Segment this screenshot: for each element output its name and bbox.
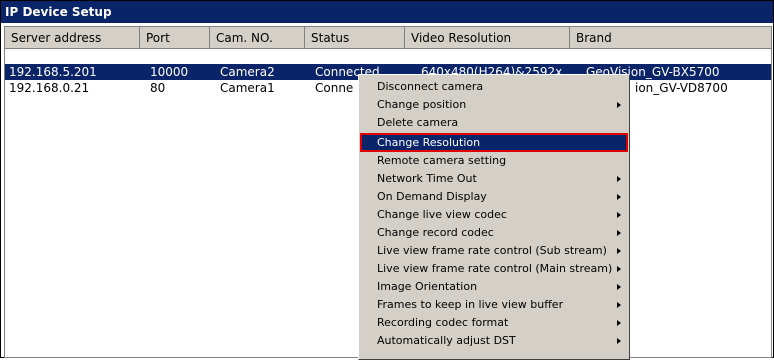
menu-item-remote-camera-setting[interactable]: Remote camera setting [361,152,627,169]
menu-item-label: Remote camera setting [377,154,507,167]
menu-item-disconnect-camera[interactable]: Disconnect camera [361,78,627,95]
submenu-arrow-icon [617,302,621,308]
menu-item-on-demand-display[interactable]: On Demand Display [361,188,627,205]
menu-item-live-view-frame-rate-sub[interactable]: Live view frame rate control (Sub stream… [361,242,627,259]
cell-port: 10000 [150,65,189,79]
cell-cam-no: Camera1 [220,81,275,95]
menu-item-change-record-codec[interactable]: Change record codec [361,224,627,241]
submenu-arrow-icon [617,212,621,218]
menu-item-automatically-adjust-dst[interactable]: Automatically adjust DST [361,332,627,349]
window-title: IP Device Setup [1,1,773,23]
menu-item-label: Automatically adjust DST [377,334,516,347]
submenu-arrow-icon [617,230,621,236]
column-header-port[interactable]: Port [140,27,210,49]
context-menu: Disconnect camera Change position Delete… [358,74,630,360]
menu-item-label: On Demand Display [377,190,487,203]
menu-item-delete-camera[interactable]: Delete camera [361,114,627,131]
menu-item-label: Live view frame rate control (Main strea… [377,262,613,275]
menu-item-label: Change live view codec [377,208,507,221]
submenu-arrow-icon [617,284,621,290]
submenu-arrow-icon [617,194,621,200]
cell-server-address: 192.168.0.21 [9,81,90,95]
cell-cam-no: Camera2 [220,65,275,79]
submenu-arrow-icon [617,102,621,108]
menu-item-label: Recording codec format [377,316,509,329]
menu-item-change-live-view-codec[interactable]: Change live view codec [361,206,627,223]
menu-item-image-orientation[interactable]: Image Orientation [361,278,627,295]
column-header-cam-no[interactable]: Cam. NO. [210,27,305,49]
column-header-status[interactable]: Status [305,27,405,49]
submenu-arrow-icon [617,320,621,326]
list-header: Server address Port Cam. NO. Status Vide… [5,27,771,49]
submenu-arrow-icon [617,176,621,182]
menu-item-change-resolution[interactable]: Change Resolution [360,133,628,152]
menu-item-label: Live view frame rate control (Sub stream… [377,244,607,257]
cell-server-address: 192.168.5.201 [9,65,97,79]
menu-item-label: Frames to keep in live view buffer [377,298,564,311]
menu-item-label: Change position [377,98,467,111]
cell-brand: ion_GV-VD8700 [635,81,728,95]
column-header-server-address[interactable]: Server address [5,27,140,49]
menu-item-label: Network Time Out [377,172,477,185]
submenu-arrow-icon [617,266,621,272]
submenu-arrow-icon [617,338,621,344]
menu-item-network-time-out[interactable]: Network Time Out [361,170,627,187]
column-header-brand[interactable]: Brand [570,27,771,49]
menu-item-label: Change Resolution [377,136,481,149]
menu-item-label: Image Orientation [377,280,478,293]
column-header-video-resolution[interactable]: Video Resolution [405,27,570,49]
menu-item-label: Disconnect camera [377,80,484,93]
menu-item-frames-to-keep[interactable]: Frames to keep in live view buffer [361,296,627,313]
menu-item-label: Change record codec [377,226,494,239]
submenu-arrow-icon [617,248,621,254]
cell-port: 80 [150,81,166,95]
menu-item-recording-codec-format[interactable]: Recording codec format [361,314,627,331]
menu-item-label: Delete camera [377,116,459,129]
menu-item-change-position[interactable]: Change position [361,96,627,113]
menu-item-live-view-frame-rate-main[interactable]: Live view frame rate control (Main strea… [361,260,627,277]
